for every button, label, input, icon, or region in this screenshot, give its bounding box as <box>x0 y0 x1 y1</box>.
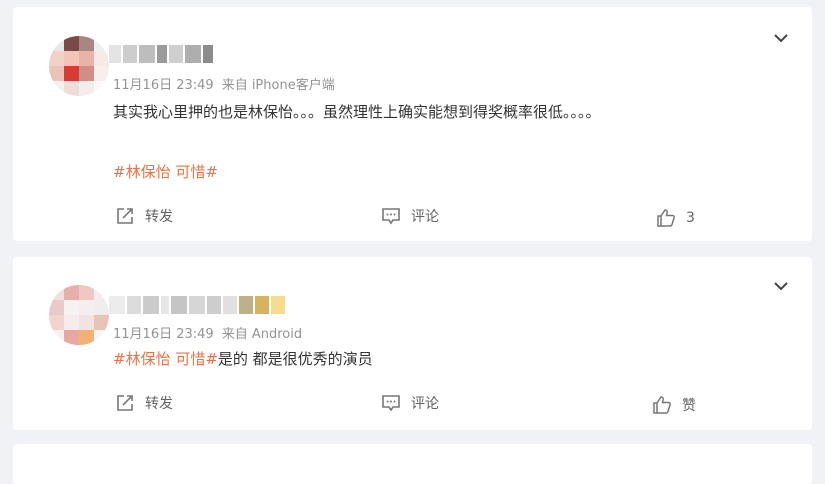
weibo-comment-card <box>13 444 812 484</box>
comment-text-plain: 是的 都是很优秀的演员 <box>217 350 373 368</box>
action-bar: 转发 评论 赞 <box>13 393 812 417</box>
username-blurred[interactable] <box>109 296 285 314</box>
like-count: 3 <box>686 210 695 226</box>
comment-meta: 11月16日 23:49 来自 iPhone客户端 <box>113 74 335 93</box>
like-button[interactable]: 赞 <box>652 395 696 415</box>
comment-time[interactable]: 11月16日 23:49 <box>113 78 214 93</box>
like-icon <box>653 396 671 414</box>
like-button[interactable]: 3 <box>656 208 695 228</box>
repost-label: 转发 <box>145 209 173 225</box>
repost-label: 转发 <box>145 396 173 412</box>
repost-icon <box>117 208 133 224</box>
action-bar: 转发 评论 3 <box>13 206 812 230</box>
comment-label: 评论 <box>411 209 439 225</box>
comment-meta: 11月16日 23:49 来自 Android <box>113 323 302 342</box>
chevron-down-icon[interactable] <box>772 29 790 47</box>
comment-source: 来自 Android <box>221 327 303 342</box>
comment-source: 来自 iPhone客户端 <box>221 78 335 93</box>
comment-label: 评论 <box>411 396 439 412</box>
avatar[interactable] <box>49 36 109 96</box>
weibo-comment-card: 11月16日 23:49 来自 iPhone客户端 其实我心里押的也是林保怡。。。… <box>13 7 812 241</box>
comment-text: #林保怡 可惜#是的 都是很优秀的演员 <box>113 348 373 369</box>
topic-link[interactable]: #林保怡 可惜# <box>113 350 218 368</box>
comment-icon <box>382 395 400 412</box>
comment-button[interactable]: 评论 <box>381 206 439 226</box>
comment-time[interactable]: 11月16日 23:49 <box>113 327 214 342</box>
chevron-down-icon[interactable] <box>772 277 790 295</box>
avatar[interactable] <box>49 285 109 345</box>
topic-link[interactable]: #林保怡 可惜# <box>113 161 218 182</box>
repost-icon <box>117 395 133 411</box>
username-blurred[interactable] <box>109 45 213 63</box>
comment-button[interactable]: 评论 <box>381 393 439 413</box>
repost-button[interactable]: 转发 <box>115 206 173 226</box>
like-icon <box>657 209 675 227</box>
like-label: 赞 <box>682 398 696 414</box>
repost-button[interactable]: 转发 <box>115 393 173 413</box>
weibo-comment-card: 11月16日 23:49 来自 Android #林保怡 可惜#是的 都是很优秀的… <box>13 257 812 430</box>
comment-text: 其实我心里押的也是林保怡。。。虽然理性上确实能想到得奖概率很低。。。。 <box>113 103 601 121</box>
comment-icon <box>382 208 400 225</box>
